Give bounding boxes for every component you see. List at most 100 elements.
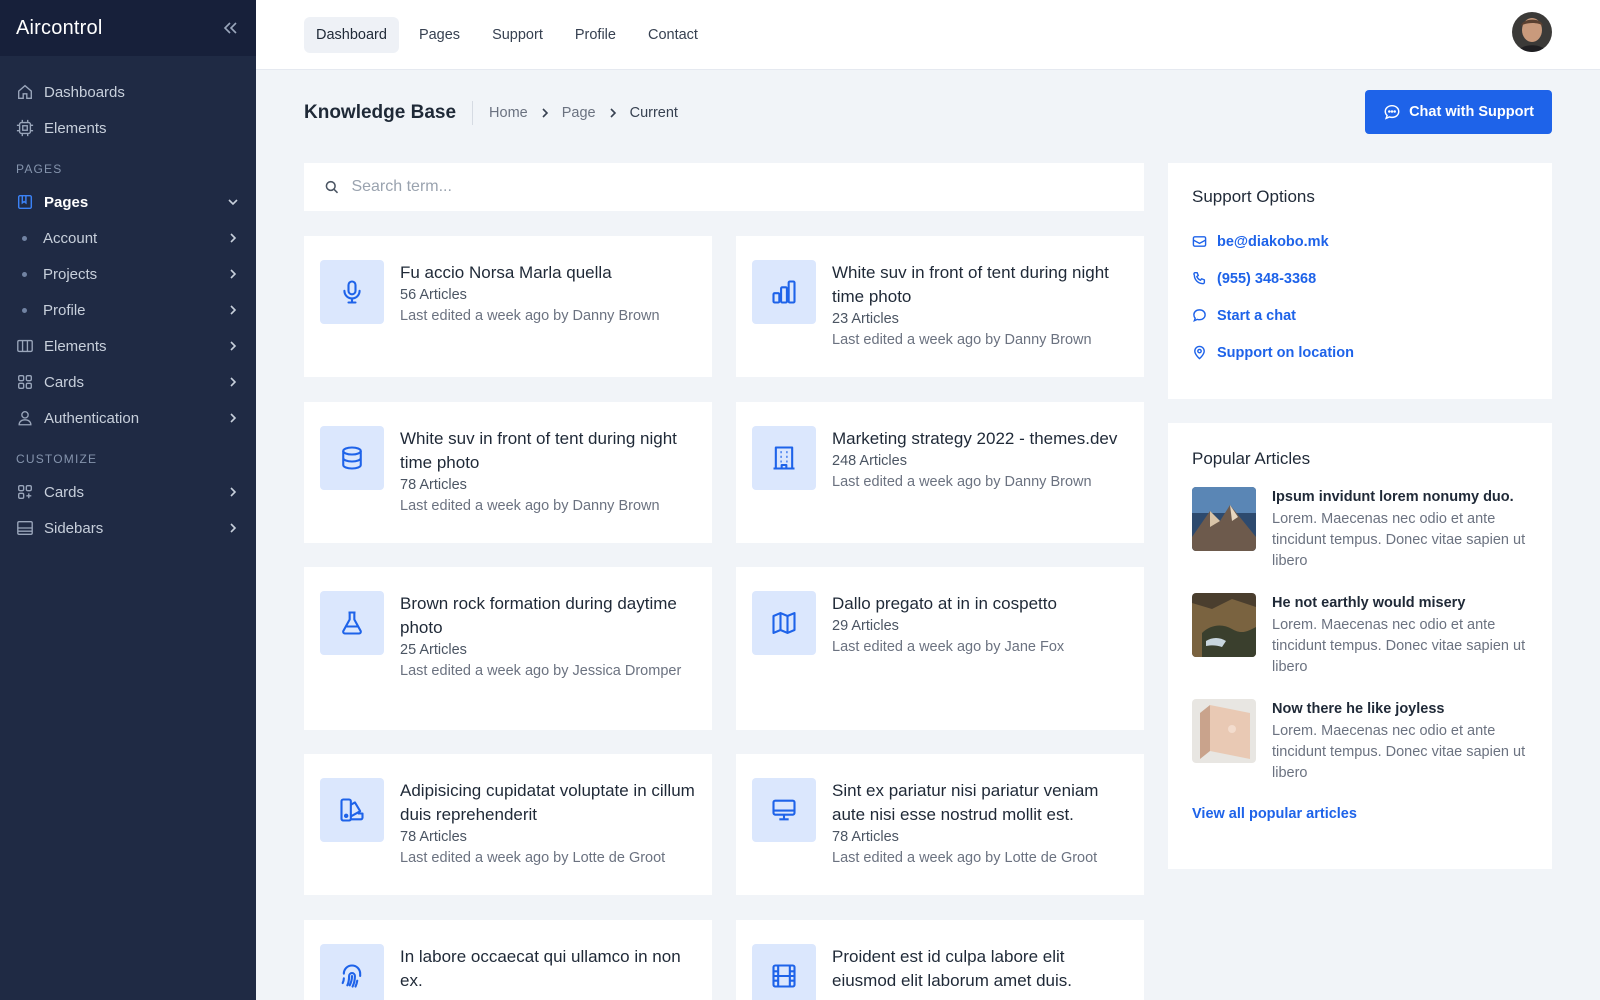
- card-article-count: 78 Articles: [400, 477, 467, 493]
- card-edited: Last edited a week ago by Danny Brown: [832, 332, 1092, 348]
- popular-article[interactable]: Ipsum invidunt lorem nonumy duo. Lorem. …: [1192, 487, 1528, 572]
- card-icon-box: [320, 778, 384, 842]
- card-article-count: 78 Articles: [400, 829, 467, 845]
- support-phone-link[interactable]: (955) 348-3368: [1192, 260, 1528, 297]
- category-card[interactable]: White suv in front of tent during night …: [304, 402, 712, 543]
- category-card[interactable]: Marketing strategy 2022 - themes.dev 248…: [736, 402, 1144, 543]
- view-all-popular-link[interactable]: View all popular articles: [1192, 806, 1357, 822]
- card-icon-box: [752, 944, 816, 1000]
- bullet-dot: [22, 271, 27, 277]
- chat-with-support-button[interactable]: Chat with Support: [1365, 90, 1552, 134]
- card-edited: Last edited a week ago by Danny Brown: [400, 498, 660, 514]
- sidebar-item-label: Elements: [44, 119, 107, 137]
- columns-icon: [17, 339, 33, 353]
- sidebar-item-dashboards[interactable]: Dashboards: [0, 74, 256, 110]
- sidebar-item-sidebars[interactable]: Sidebars: [0, 510, 256, 546]
- grid-icon: [18, 375, 32, 389]
- category-card[interactable]: Sint ex pariatur nisi pariatur veniam au…: [736, 754, 1144, 895]
- card-icon-box: [752, 260, 816, 324]
- grid-plus-icon: [18, 485, 32, 499]
- fingerprint-icon: [341, 964, 362, 988]
- brand-logo[interactable]: Aircontrol: [16, 17, 102, 40]
- sidebar-item-authentication[interactable]: Authentication: [0, 400, 256, 436]
- card-icon-box: [752, 426, 816, 490]
- sidebar-item-account[interactable]: Account: [0, 220, 256, 256]
- topnav-contact[interactable]: Contact: [636, 17, 710, 53]
- topnav-support[interactable]: Support: [480, 17, 555, 53]
- topnav-pages[interactable]: Pages: [407, 17, 472, 53]
- sidebar-item-elements[interactable]: Elements: [0, 110, 256, 146]
- card-title: White suv in front of tent during night …: [400, 429, 677, 472]
- category-card[interactable]: Brown rock formation during daytime phot…: [304, 567, 712, 730]
- section-label-customize: CUSTOMIZE: [16, 452, 98, 466]
- card-article-count: 56 Articles: [400, 287, 467, 303]
- sidebar-item-label: Authentication: [44, 409, 140, 427]
- card-icon-box: [320, 426, 384, 490]
- support-email: be@diakobo.mk: [1217, 233, 1329, 250]
- sidebar-item-cards-customize[interactable]: Cards: [0, 474, 256, 510]
- topnav-profile[interactable]: Profile: [563, 17, 628, 53]
- category-card[interactable]: Adipisicing cupidatat voluptate in cillu…: [304, 754, 712, 895]
- breadcrumb-home[interactable]: Home: [489, 105, 528, 121]
- chevron-right-icon: [230, 413, 237, 423]
- support-location-link[interactable]: Support on location: [1192, 334, 1528, 371]
- search-input[interactable]: [351, 178, 1124, 196]
- sidebar-item-label: Sidebars: [44, 519, 104, 537]
- chat-icon: [1384, 104, 1400, 120]
- card-article-count: 29 Articles: [832, 618, 899, 634]
- flask-icon: [342, 611, 362, 635]
- chevron-right-icon: [610, 108, 616, 118]
- phone-icon: [1193, 271, 1206, 285]
- film-icon: [772, 964, 796, 988]
- chevron-right-icon: [230, 341, 237, 351]
- sidebar-item-label: Profile: [43, 301, 86, 319]
- category-card[interactable]: White suv in front of tent during night …: [736, 236, 1144, 377]
- category-card[interactable]: In labore occaecat qui ullamco in non ex…: [304, 920, 712, 1000]
- sidebar-item-label: Dashboards: [44, 83, 125, 101]
- building-icon: [773, 446, 795, 470]
- sidebar-item-profile[interactable]: Profile: [0, 292, 256, 328]
- sidebar-item-label: Cards: [44, 373, 85, 391]
- sidebar-item-cards[interactable]: Cards: [0, 364, 256, 400]
- support-options-panel: Support Options be@diakobo.mk (955) 348-…: [1168, 163, 1552, 399]
- topbar: Dashboard Pages Support Profile Contact: [256, 0, 1600, 70]
- chevron-right-icon: [230, 523, 237, 533]
- sidebar-item-label: Elements: [44, 337, 107, 355]
- category-card[interactable]: Proident est id culpa labore elit eiusmo…: [736, 920, 1144, 1000]
- support-email-link[interactable]: be@diakobo.mk: [1192, 223, 1528, 260]
- category-card[interactable]: Fu accio Norsa Marla quella 56 Articles …: [304, 236, 712, 377]
- map-icon: [772, 612, 796, 634]
- sidebar-item-projects[interactable]: Projects: [0, 256, 256, 292]
- mail-icon: [1192, 236, 1207, 247]
- bullet-dot: [22, 235, 27, 241]
- sidebar-item-elements-2[interactable]: Elements: [0, 328, 256, 364]
- breadcrumb-current: Current: [629, 105, 678, 121]
- collapse-sidebar-icon[interactable]: [220, 18, 240, 38]
- card-edited: Last edited a week ago by Jane Fox: [832, 639, 1065, 655]
- card-article-count: 25 Articles: [400, 642, 467, 658]
- card-title: White suv in front of tent during night …: [832, 263, 1109, 306]
- sidebar-item-label: Pages: [44, 193, 89, 211]
- category-card[interactable]: Dallo pregato at in in cospetto 29 Artic…: [736, 567, 1144, 730]
- support-options-title: Support Options: [1192, 187, 1315, 206]
- card-edited: Last edited a week ago by Jessica Drompe…: [400, 663, 682, 679]
- search-icon: [325, 180, 339, 194]
- chevron-down-icon: [228, 199, 238, 206]
- sidebar-item-pages[interactable]: Pages: [0, 184, 256, 220]
- book-icon: [17, 194, 33, 210]
- topnav-dashboard[interactable]: Dashboard: [304, 16, 399, 53]
- card-title: In labore occaecat qui ullamco in non ex…: [400, 947, 681, 990]
- breadcrumb: Home Page Current: [489, 105, 678, 121]
- support-phone: (955) 348-3368: [1217, 270, 1317, 287]
- popular-article[interactable]: Now there he like joyless Lorem. Maecena…: [1192, 699, 1528, 784]
- home-icon: [18, 84, 32, 99]
- breadcrumb-page[interactable]: Page: [562, 105, 596, 121]
- search-bar: [304, 163, 1144, 211]
- swatch-icon: [340, 798, 364, 822]
- card-icon-box: [320, 944, 384, 1000]
- chevron-right-icon: [230, 305, 237, 315]
- card-title: Dallo pregato at in in cospetto: [832, 594, 1057, 613]
- avatar[interactable]: [1512, 12, 1552, 52]
- start-chat-link[interactable]: Start a chat: [1192, 297, 1528, 334]
- popular-article[interactable]: He not earthly would misery Lorem. Maece…: [1192, 593, 1528, 678]
